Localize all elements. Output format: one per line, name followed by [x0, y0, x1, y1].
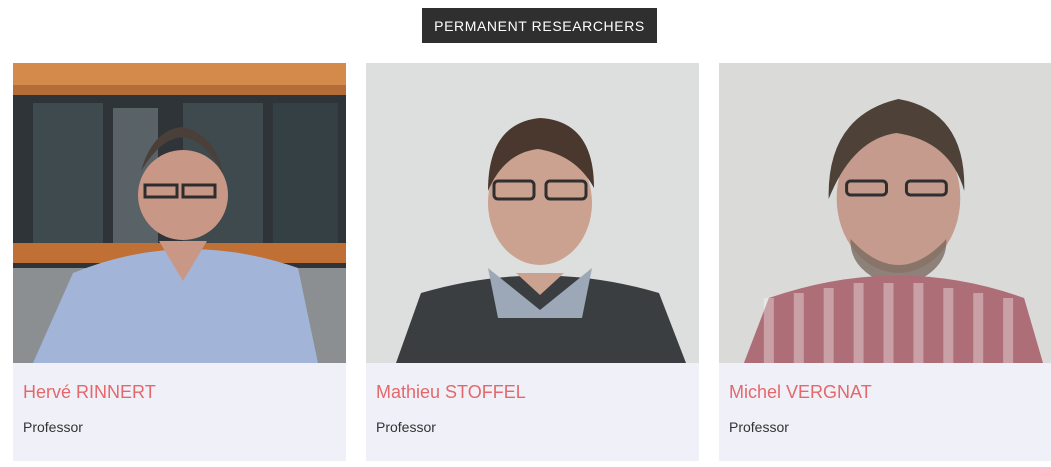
- researcher-title: Professor: [23, 419, 83, 435]
- researcher-title: Professor: [376, 419, 436, 435]
- researcher-cards: Hervé RINNERT Professor Mathieu STOFFEL …: [13, 63, 1051, 461]
- page: PERMANENT RESEARCHERS Hervé RINNERT Prof…: [0, 0, 1051, 467]
- researcher-name[interactable]: Hervé RINNERT: [23, 381, 336, 403]
- researcher-name[interactable]: Mathieu STOFFEL: [376, 381, 689, 403]
- researcher-info: Hervé RINNERT Professor: [13, 363, 346, 461]
- researcher-photo[interactable]: [13, 63, 346, 363]
- researcher-card[interactable]: Mathieu STOFFEL Professor: [366, 63, 699, 461]
- researcher-card[interactable]: Hervé RINNERT Professor: [13, 63, 346, 461]
- researcher-title: Professor: [729, 419, 789, 435]
- researcher-card[interactable]: Michel VERGNAT Professor: [719, 63, 1051, 461]
- section-label: PERMANENT RESEARCHERS: [422, 8, 657, 43]
- researcher-info: Michel VERGNAT Professor: [719, 363, 1051, 461]
- researcher-name[interactable]: Michel VERGNAT: [729, 381, 1041, 403]
- researcher-photo[interactable]: [719, 63, 1051, 363]
- researcher-info: Mathieu STOFFEL Professor: [366, 363, 699, 461]
- researcher-photo[interactable]: [366, 63, 699, 363]
